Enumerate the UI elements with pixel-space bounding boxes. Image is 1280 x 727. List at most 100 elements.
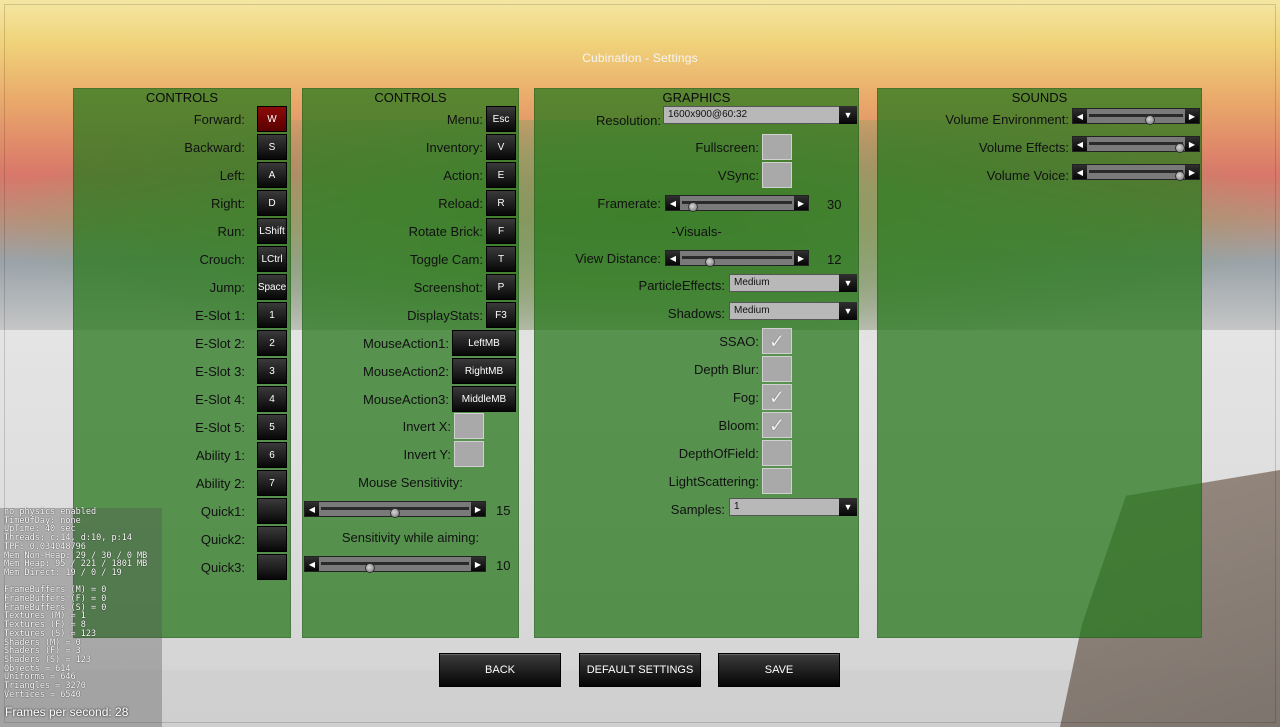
back-button[interactable]: BACK: [439, 653, 561, 687]
save-button[interactable]: SAVE: [718, 653, 840, 687]
arrow-right-icon[interactable]: ▶: [794, 251, 808, 265]
fullscreen-row: Fullscreen:: [534, 134, 859, 162]
slider-thumb[interactable]: [364, 563, 375, 573]
chevron-down-icon[interactable]: ▼: [839, 302, 857, 320]
keybind-label: E-Slot 1:: [195, 308, 245, 323]
view-distance-slider[interactable]: ◀ ▶: [665, 250, 809, 267]
particle-effects-dropdown[interactable]: Medium ▼: [729, 274, 857, 292]
keybind-button[interactable]: [257, 498, 287, 524]
keybind-label: Ability 2:: [195, 476, 245, 491]
samples-label: Samples:: [670, 502, 725, 517]
bloom-checkbox[interactable]: ✓: [762, 412, 792, 438]
arrow-right-icon[interactable]: ▶: [471, 557, 485, 571]
depth-of-field-checkbox[interactable]: [762, 440, 792, 466]
fog-checkbox[interactable]: ✓: [762, 384, 792, 410]
keybind-button[interactable]: 3: [257, 358, 287, 384]
keybind-label: E-Slot 4:: [195, 392, 245, 407]
shadows-dropdown[interactable]: Medium ▼: [729, 302, 857, 320]
arrow-left-icon[interactable]: ◀: [1073, 137, 1087, 151]
arrow-left-icon[interactable]: ◀: [666, 251, 680, 265]
vsync-checkbox[interactable]: [762, 162, 792, 188]
arrow-left-icon[interactable]: ◀: [666, 196, 680, 210]
keybind-button[interactable]: A: [257, 162, 287, 188]
chevron-down-icon[interactable]: ▼: [839, 274, 857, 292]
slider-thumb[interactable]: [1175, 171, 1186, 181]
check-icon: ✓: [768, 414, 786, 437]
volume-environment-row: Volume Environment: ◀ ▶: [877, 106, 1202, 134]
arrow-right-icon[interactable]: ▶: [471, 502, 485, 516]
resolution-row: Resolution: 1600x900@60:32 ▼: [534, 106, 859, 134]
keybind-label: Backward:: [184, 140, 245, 155]
arrow-left-icon[interactable]: ◀: [1073, 109, 1087, 123]
arrow-left-icon[interactable]: ◀: [1073, 165, 1087, 179]
slider-thumb[interactable]: [1175, 143, 1186, 153]
volume-environment-slider[interactable]: ◀ ▶: [1072, 108, 1200, 125]
aim-sensitivity-row: ◀ ▶ 10: [302, 551, 519, 579]
keybind-button[interactable]: 1: [257, 302, 287, 328]
arrow-right-icon[interactable]: ▶: [1185, 165, 1199, 179]
slider-track: [1089, 142, 1186, 153]
keybind-button[interactable]: P: [486, 274, 516, 300]
arrow-right-icon[interactable]: ▶: [1185, 137, 1199, 151]
keybind-button[interactable]: F: [486, 218, 516, 244]
volume-effects-slider[interactable]: ◀ ▶: [1072, 136, 1200, 153]
arrow-left-icon[interactable]: ◀: [305, 502, 319, 516]
keybind-button[interactable]: T: [486, 246, 516, 272]
resolution-dropdown[interactable]: 1600x900@60:32 ▼: [663, 106, 857, 124]
check-icon: ✓: [768, 386, 786, 409]
keybind-row: Reload: R: [302, 190, 519, 218]
invert-x-checkbox[interactable]: [454, 413, 484, 439]
keybind-button[interactable]: RightMB: [452, 358, 516, 384]
keybind-button[interactable]: LCtrl: [257, 246, 287, 272]
keybind-button[interactable]: [257, 554, 287, 580]
keybind-button[interactable]: F3: [486, 302, 516, 328]
keybind-label: Reload:: [438, 196, 483, 211]
keybind-button[interactable]: LeftMB: [452, 330, 516, 356]
light-scattering-checkbox[interactable]: [762, 468, 792, 494]
depth-blur-label: Depth Blur:: [693, 362, 759, 377]
keybind-button[interactable]: Esc: [486, 106, 516, 132]
slider-thumb[interactable]: [390, 508, 400, 518]
chevron-down-icon[interactable]: ▼: [839, 498, 857, 516]
slider-thumb[interactable]: [1145, 115, 1156, 125]
volume-voice-slider[interactable]: ◀ ▶: [1072, 164, 1200, 181]
keybind-button[interactable]: [257, 526, 287, 552]
keybind-button[interactable]: 4: [257, 386, 287, 412]
keybind-button[interactable]: 6: [257, 442, 287, 468]
volume-effects-row: Volume Effects: ◀ ▶: [877, 134, 1202, 162]
fullscreen-checkbox[interactable]: [762, 134, 792, 160]
keybind-button[interactable]: 2: [257, 330, 287, 356]
invert-y-label: Invert Y:: [403, 447, 451, 462]
keybind-button[interactable]: 5: [257, 414, 287, 440]
depth-blur-checkbox[interactable]: [762, 356, 792, 382]
bloom-label: Bloom:: [718, 418, 759, 433]
invert-y-checkbox[interactable]: [454, 441, 484, 467]
slider-thumb[interactable]: [704, 257, 715, 267]
arrow-right-icon[interactable]: ▶: [1185, 109, 1199, 123]
light-scattering-row: LightScattering:: [534, 468, 859, 496]
keybind-button[interactable]: LShift: [257, 218, 287, 244]
sounds-panel: SOUNDS Volume Environment: ◀ ▶ Volume Ef…: [877, 88, 1202, 638]
keybind-button[interactable]: MiddleMB: [452, 386, 516, 412]
samples-dropdown[interactable]: 1 ▼: [729, 498, 857, 516]
keybind-label: Right:: [211, 196, 245, 211]
slider-thumb[interactable]: [688, 202, 698, 212]
chevron-down-icon[interactable]: ▼: [839, 106, 857, 124]
ssao-checkbox[interactable]: ✓: [762, 328, 792, 354]
keybind-button[interactable]: 7: [257, 470, 287, 496]
framerate-slider[interactable]: ◀ ▶: [665, 195, 809, 212]
aim-sensitivity-slider[interactable]: ◀ ▶: [304, 556, 486, 573]
keybind-button[interactable]: R: [486, 190, 516, 216]
mouse-sensitivity-slider[interactable]: ◀ ▶: [304, 501, 486, 518]
default-settings-button[interactable]: DEFAULT SETTINGS: [579, 653, 701, 687]
fps-counter: Frames per second: 28: [5, 705, 129, 719]
keybind-button[interactable]: D: [257, 190, 287, 216]
keybind-button[interactable]: S: [257, 134, 287, 160]
keybind-button[interactable]: W: [257, 106, 287, 132]
arrow-left-icon[interactable]: ◀: [305, 557, 319, 571]
arrow-right-icon[interactable]: ▶: [794, 196, 808, 210]
invert-x-label: Invert X:: [402, 419, 451, 434]
keybind-button[interactable]: Space: [257, 274, 287, 300]
keybind-button[interactable]: V: [486, 134, 516, 160]
keybind-button[interactable]: E: [486, 162, 516, 188]
